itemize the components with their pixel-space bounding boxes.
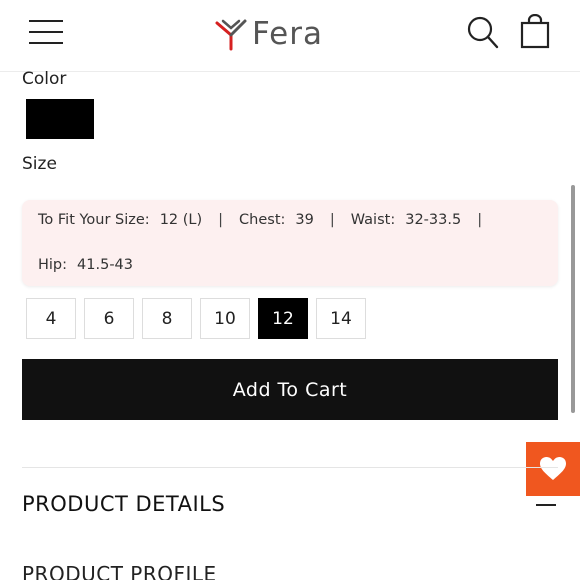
hamburger-menu-icon[interactable]	[29, 18, 65, 46]
separator: |	[329, 212, 335, 228]
color-label: Color	[22, 69, 67, 89]
size-option-8[interactable]: 8	[142, 298, 192, 339]
size-options: 4 6 8 10 12 14	[26, 298, 366, 339]
scrollbar[interactable]	[571, 185, 575, 413]
color-swatch-black[interactable]	[26, 99, 94, 139]
separator: |	[218, 212, 224, 228]
wishlist-button[interactable]	[526, 442, 580, 496]
chest-label: Chest:	[239, 212, 286, 228]
waist-value: 32-33.5	[405, 212, 462, 228]
add-to-cart-button[interactable]: Add To Cart	[22, 359, 558, 420]
hip-value: 41.5-43	[77, 257, 133, 273]
brand-logo[interactable]: Fera	[214, 14, 368, 54]
size-label: Size	[22, 154, 57, 174]
product-details-heading[interactable]: PRODUCT DETAILS	[22, 492, 225, 516]
fit-label: To Fit Your Size:	[38, 212, 150, 228]
site-header: Fera	[0, 0, 580, 72]
separator: |	[477, 212, 483, 228]
size-option-4[interactable]: 4	[26, 298, 76, 339]
size-option-14[interactable]: 14	[316, 298, 366, 339]
size-option-6[interactable]: 6	[84, 298, 134, 339]
hip-label: Hip:	[38, 257, 68, 273]
size-option-12-selected[interactable]: 12	[258, 298, 308, 339]
heart-icon	[540, 457, 566, 480]
waist-label: Waist:	[350, 212, 396, 228]
size-option-10[interactable]: 10	[200, 298, 250, 339]
fit-value: 12 (L)	[159, 212, 203, 228]
product-profile-heading[interactable]: PRODUCT PROFILE	[22, 562, 217, 580]
size-fit-info-box: To Fit Your Size: 12 (L) | Chest: 39 | W…	[22, 200, 558, 286]
brand-name: Fera	[252, 16, 323, 52]
search-icon[interactable]	[466, 14, 500, 50]
collapse-minus-icon[interactable]	[536, 504, 556, 506]
section-divider	[22, 467, 558, 468]
shopping-bag-icon[interactable]	[518, 13, 552, 50]
chest-value: 39	[295, 212, 314, 228]
fera-logo-icon	[215, 19, 247, 51]
